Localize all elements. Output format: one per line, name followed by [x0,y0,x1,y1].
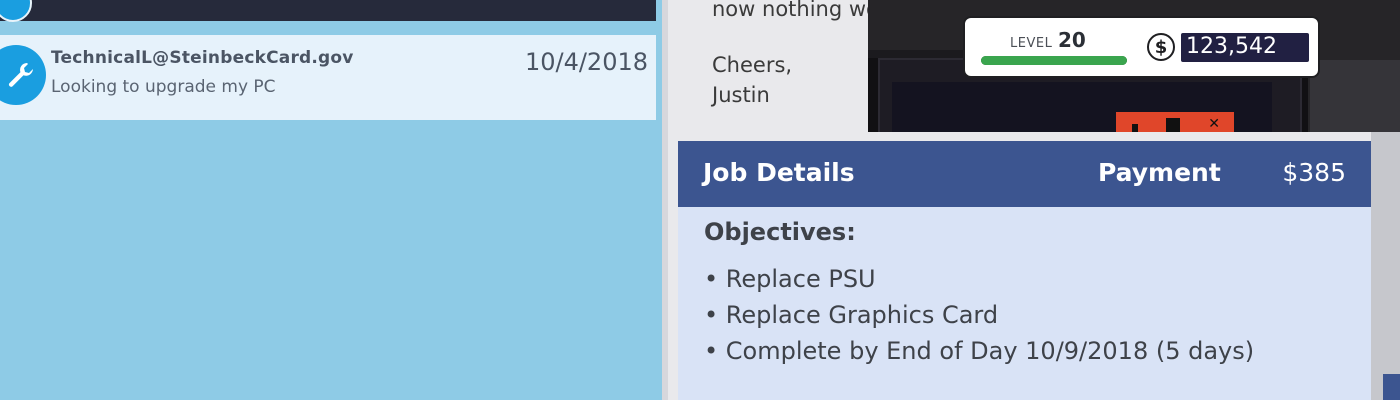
payment-value: $385 [1282,158,1346,187]
message-signoff: Cheers, [712,53,793,77]
job-card-gap [668,132,1400,141]
inbox-header-bar [0,0,656,22]
xp-progress-fill [981,56,1127,65]
email-sender: TechnicalL@SteinbeckCard.gov [51,48,354,68]
objective-item: • Replace PSU [704,265,876,293]
objectives-heading: Objectives: [704,218,856,246]
level-label: LEVEL [1010,36,1053,51]
job-header: Job Details Payment $385 [678,141,1371,207]
close-icon: ✕ [1208,116,1220,132]
objective-item: • Replace Graphics Card [704,301,999,329]
player-hud: LEVEL 20 $ 123,542 [963,16,1320,78]
job-title: Job Details [703,158,855,187]
previous-email-avatar [0,0,32,22]
scene-shadow [1310,60,1400,132]
scrollbar-track[interactable] [1371,132,1400,400]
money-display: 123,542 [1181,33,1309,62]
currency-icon: $ [1147,33,1175,61]
message-body-text: now nothing wo [712,0,879,21]
objective-item: • Complete by End of Day 10/9/2018 (5 da… [704,337,1255,365]
email-date: 10/4/2018 [524,48,648,76]
xp-progress-bar [981,56,1127,65]
level-value: 20 [1058,28,1086,52]
wrench-icon [0,45,46,105]
email-subject: Looking to upgrade my PC [51,77,276,97]
payment-label: Payment [1098,158,1221,187]
job-details-card: Job Details Payment $385 Objectives: • R… [678,141,1371,400]
os-window-titlebar: ✕ [1116,112,1234,132]
money-value: 123,542 [1186,34,1277,59]
message-signature: Justin [712,83,770,107]
scrollbar-thumb[interactable] [1383,374,1400,400]
